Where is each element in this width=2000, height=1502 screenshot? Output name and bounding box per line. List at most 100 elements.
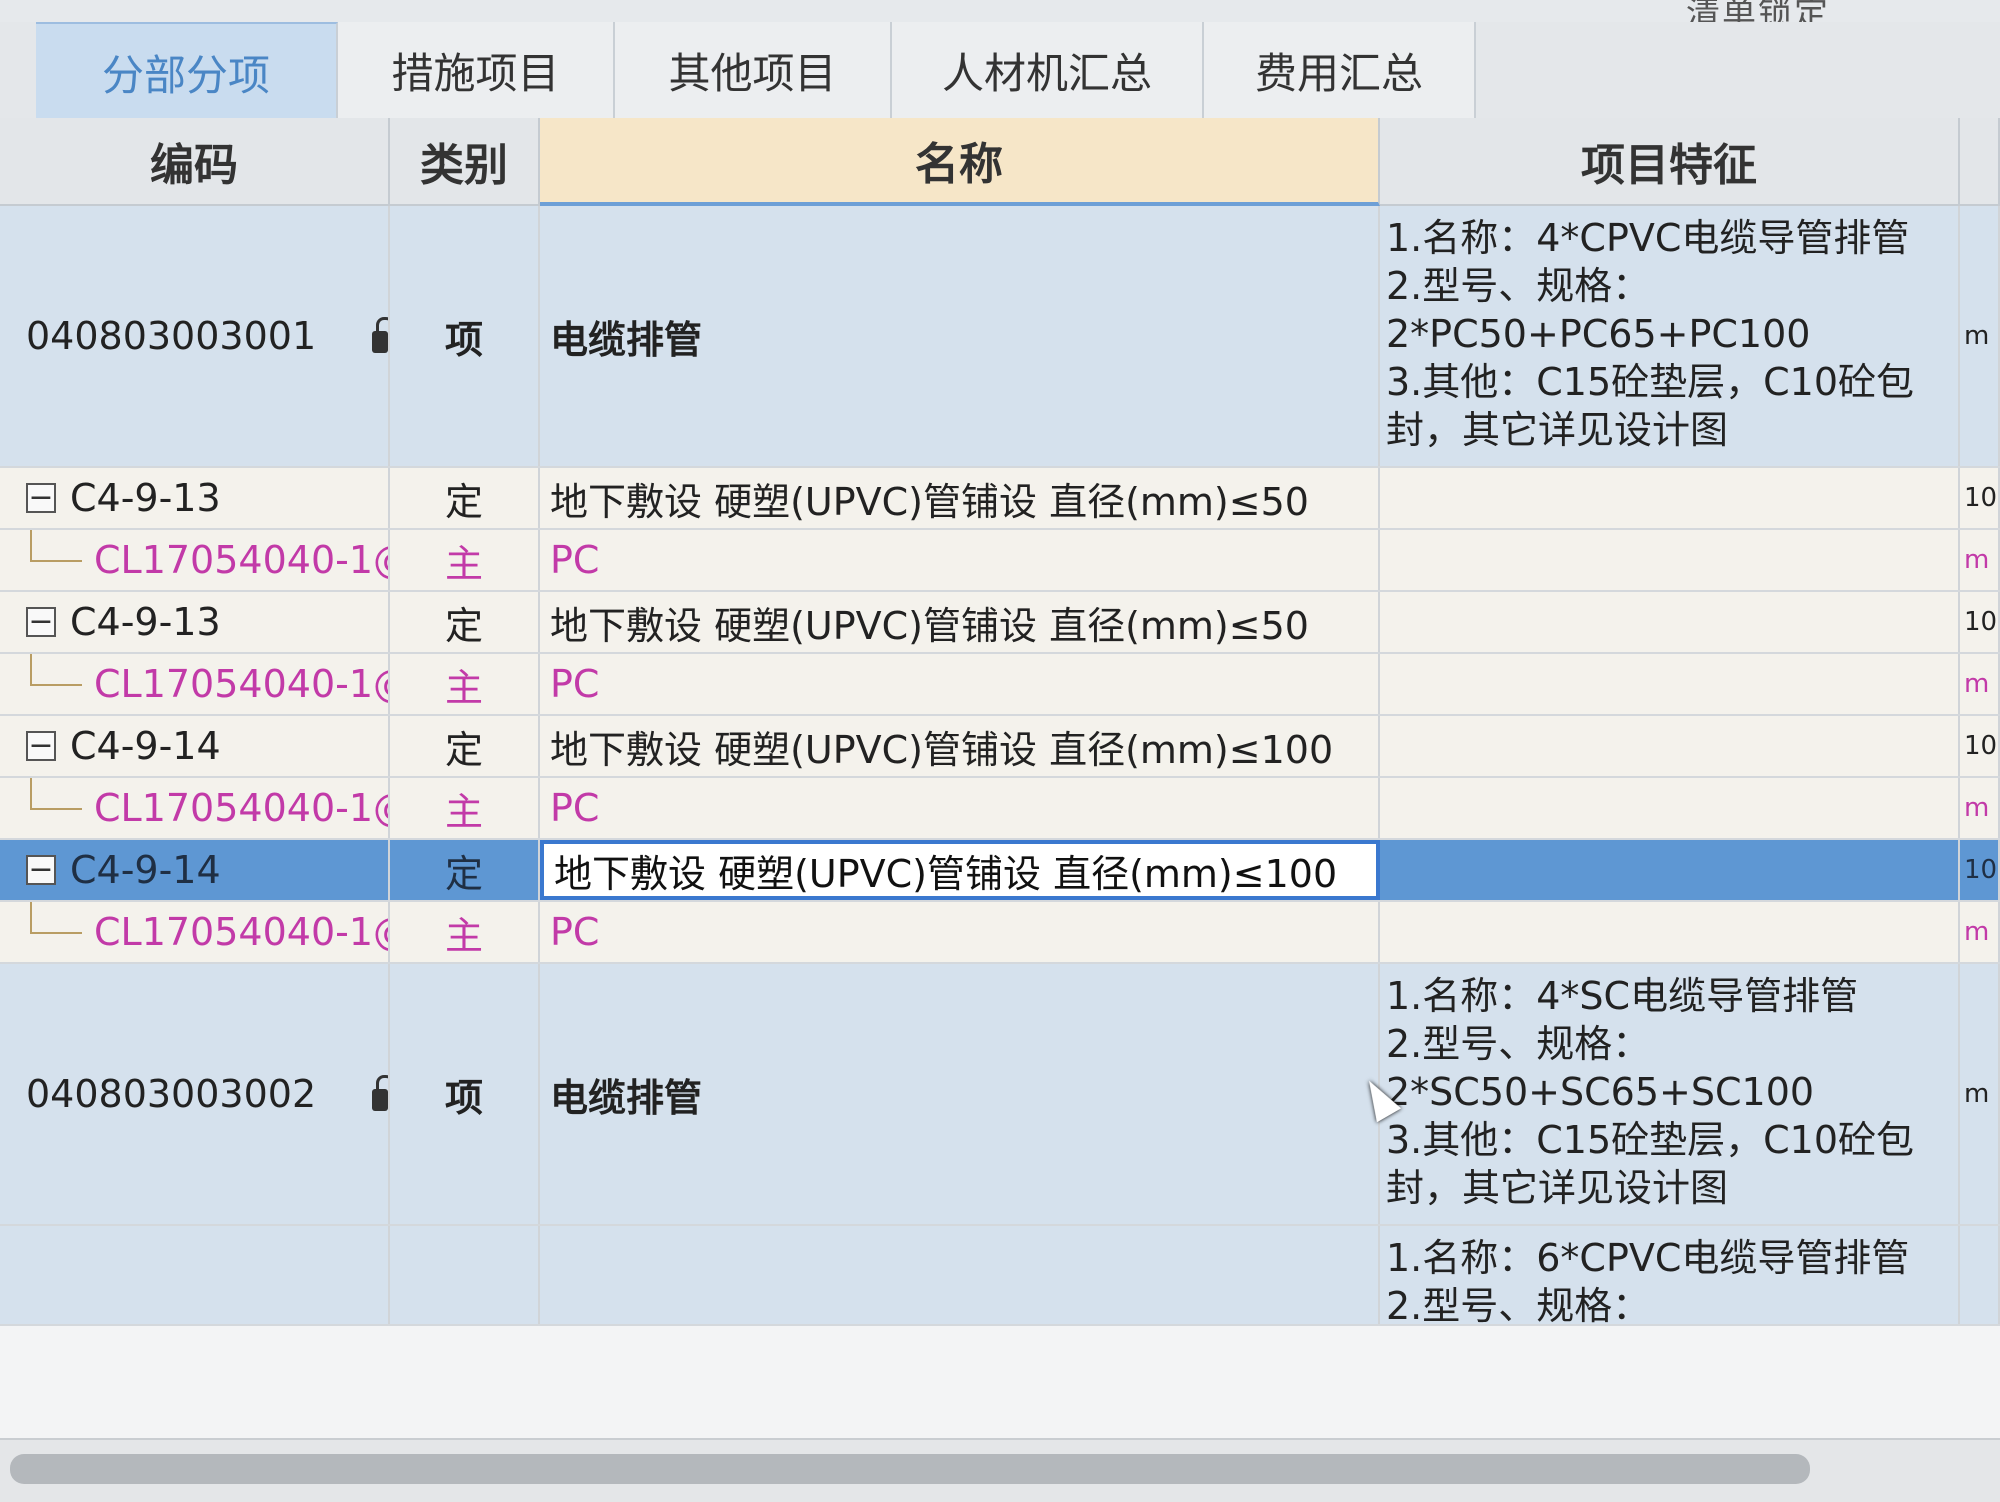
type-cell[interactable]: 定 (390, 592, 540, 652)
features-text: 1.名称：6*CPVC电缆导管排管 2.型号、规格： (1386, 1236, 1910, 1324)
features-cell[interactable]: 1.名称：4*CPVC电缆导管排管 2.型号、规格： 2*PC50+PC65+P… (1380, 206, 1960, 466)
code-text: C4-9-14 (70, 848, 221, 892)
collapse-icon[interactable]: − (26, 731, 56, 761)
collapse-icon[interactable]: − (26, 607, 56, 637)
column-header-features[interactable]: 项目特征 (1380, 118, 1960, 206)
code-cell[interactable]: CL17054040-1@7 (0, 778, 390, 838)
tree-connector (30, 778, 82, 810)
features-cell[interactable] (1380, 778, 1960, 838)
features-text: 1.名称：4*CPVC电缆导管排管 2.型号、规格： 2*PC50+PC65+P… (1386, 216, 1915, 452)
features-cell[interactable] (1380, 716, 1960, 776)
code-text: CL17054040-1@7 (94, 786, 388, 830)
unit-cell[interactable]: m (1960, 902, 2000, 962)
unit-cell[interactable]: m (1960, 778, 2000, 838)
name-cell[interactable]: PC (540, 902, 1380, 962)
features-text: 1.名称：4*SC电缆导管排管 2.型号、规格： 2*SC50+SC65+SC1… (1386, 974, 1915, 1210)
tab-other-items[interactable]: 其他项目 (615, 22, 892, 118)
quota-row[interactable]: − C4-9-14 定地下敷设 硬塑(UPVC)管铺设 直径(mm)≤100 10 (0, 716, 2000, 778)
bill-item-row[interactable]: 040803003002 项电缆排管 1.名称：4*SC电缆导管排管 2.型号、规格… (0, 964, 2000, 1226)
code-cell[interactable]: CL17054040-1@7 (0, 530, 390, 590)
unit-cell[interactable]: m (1960, 530, 2000, 590)
scrollbar-thumb[interactable] (10, 1454, 1810, 1484)
unit-cell[interactable]: 10m (1960, 840, 2000, 900)
quota-row[interactable]: −C4-9-14定地下敷设 硬塑(UPVC)管铺设 直径(mm)≤10010m (0, 840, 2000, 902)
tree-connector (30, 530, 82, 562)
features-cell[interactable]: 1.名称：4*SC电缆导管排管 2.型号、规格： 2*SC50+SC65+SC1… (1380, 964, 1960, 1224)
main-material-row[interactable]: CL17054040-1@7主PC m (0, 778, 2000, 840)
type-cell[interactable]: 项 (390, 206, 540, 466)
tab-sub-items[interactable]: 分部分项 (36, 22, 338, 120)
code-text: CL17054040-1@7 (94, 662, 388, 706)
tree-connector (30, 654, 82, 686)
code-cell[interactable]: 040803003002 (0, 964, 390, 1224)
bill-item-row[interactable]: 1.名称：6*CPVC电缆导管排管 2.型号、规格： (0, 1226, 2000, 1326)
name-cell[interactable]: 地下敷设 硬塑(UPVC)管铺设 直径(mm)≤50 (540, 592, 1380, 652)
type-cell[interactable]: 主 (390, 778, 540, 838)
type-cell[interactable]: 主 (390, 530, 540, 590)
code-cell[interactable]: 040803003001 (0, 206, 390, 466)
column-header-type[interactable]: 类别 (390, 118, 540, 206)
features-cell[interactable] (1380, 840, 1960, 900)
column-header-unit[interactable] (1960, 118, 2000, 206)
type-cell[interactable]: 主 (390, 902, 540, 962)
main-material-row[interactable]: CL17054040-1@7主PC m (0, 654, 2000, 716)
code-cell[interactable] (0, 1226, 390, 1324)
name-cell[interactable]: 地下敷设 硬塑(UPVC)管铺设 直径(mm)≤100 (540, 840, 1380, 900)
code-cell[interactable]: − C4-9-13 (0, 592, 390, 652)
features-cell[interactable]: 1.名称：6*CPVC电缆导管排管 2.型号、规格： (1380, 1226, 1960, 1324)
code-text: C4-9-13 (70, 476, 221, 520)
type-cell[interactable]: 项 (390, 964, 540, 1224)
name-cell[interactable] (540, 1226, 1380, 1324)
unit-cell[interactable]: 10 (1960, 592, 2000, 652)
main-material-row[interactable]: CL17054040-1@7主PC m (0, 530, 2000, 592)
name-cell[interactable]: 地下敷设 硬塑(UPVC)管铺设 直径(mm)≤100 (540, 716, 1380, 776)
unit-cell[interactable]: 10 (1960, 468, 2000, 528)
bill-item-row[interactable]: 040803003001 项电缆排管 1.名称：4*CPVC电缆导管排管 2.型号、… (0, 206, 2000, 468)
horizontal-scrollbar[interactable] (0, 1438, 2000, 1502)
type-cell[interactable]: 定 (390, 716, 540, 776)
collapse-icon[interactable]: − (26, 483, 56, 513)
features-cell[interactable] (1380, 530, 1960, 590)
name-cell[interactable]: PC (540, 654, 1380, 714)
code-text: CL17054040-1@7 (94, 538, 388, 582)
code-cell[interactable]: − C4-9-14 (0, 716, 390, 776)
features-cell[interactable] (1380, 592, 1960, 652)
collapse-icon[interactable]: − (26, 855, 56, 885)
tab-resource-summary[interactable]: 人材机汇总 (892, 22, 1204, 118)
name-cell[interactable]: 电缆排管 (540, 206, 1380, 466)
code-cell[interactable]: − C4-9-13 (0, 468, 390, 528)
features-cell[interactable] (1380, 468, 1960, 528)
features-cell[interactable] (1380, 902, 1960, 962)
tab-bar: 分部分项 措施项目 其他项目 人材机汇总 费用汇总 (0, 22, 2000, 120)
unit-cell[interactable]: m (1960, 654, 2000, 714)
code-text: CL17054040-1@7 (94, 910, 388, 954)
code-text: C4-9-14 (70, 724, 221, 768)
type-cell[interactable] (390, 1226, 540, 1324)
unit-cell[interactable]: m (1960, 964, 2000, 1224)
tree-connector (30, 902, 82, 934)
type-cell[interactable]: 主 (390, 654, 540, 714)
type-cell[interactable]: 定 (390, 840, 540, 900)
name-cell[interactable]: 地下敷设 硬塑(UPVC)管铺设 直径(mm)≤50 (540, 468, 1380, 528)
quota-row[interactable]: − C4-9-13 定地下敷设 硬塑(UPVC)管铺设 直径(mm)≤50 10 (0, 468, 2000, 530)
unit-cell[interactable]: 10 (1960, 716, 2000, 776)
quota-row[interactable]: − C4-9-13 定地下敷设 硬塑(UPVC)管铺设 直径(mm)≤50 10 (0, 592, 2000, 654)
lock-icon (372, 317, 388, 353)
unit-cell[interactable] (1960, 1226, 2000, 1324)
name-cell[interactable]: PC (540, 778, 1380, 838)
column-header-code[interactable]: 编码 (0, 118, 390, 206)
code-text: 040803003002 (26, 1072, 317, 1116)
unit-cell[interactable]: m (1960, 206, 2000, 466)
lock-icon (372, 1075, 388, 1111)
features-cell[interactable] (1380, 654, 1960, 714)
tab-measures[interactable]: 措施项目 (338, 22, 615, 118)
tab-cost-summary[interactable]: 费用汇总 (1204, 22, 1476, 118)
name-cell[interactable]: 电缆排管 (540, 964, 1380, 1224)
type-cell[interactable]: 定 (390, 468, 540, 528)
main-material-row[interactable]: CL17054040-1@7主PC m (0, 902, 2000, 964)
column-header-name[interactable]: 名称 (540, 118, 1380, 206)
name-cell[interactable]: PC (540, 530, 1380, 590)
code-cell[interactable]: CL17054040-1@7 (0, 654, 390, 714)
code-cell[interactable]: − C4-9-14 (0, 840, 390, 900)
code-cell[interactable]: CL17054040-1@7 (0, 902, 390, 962)
